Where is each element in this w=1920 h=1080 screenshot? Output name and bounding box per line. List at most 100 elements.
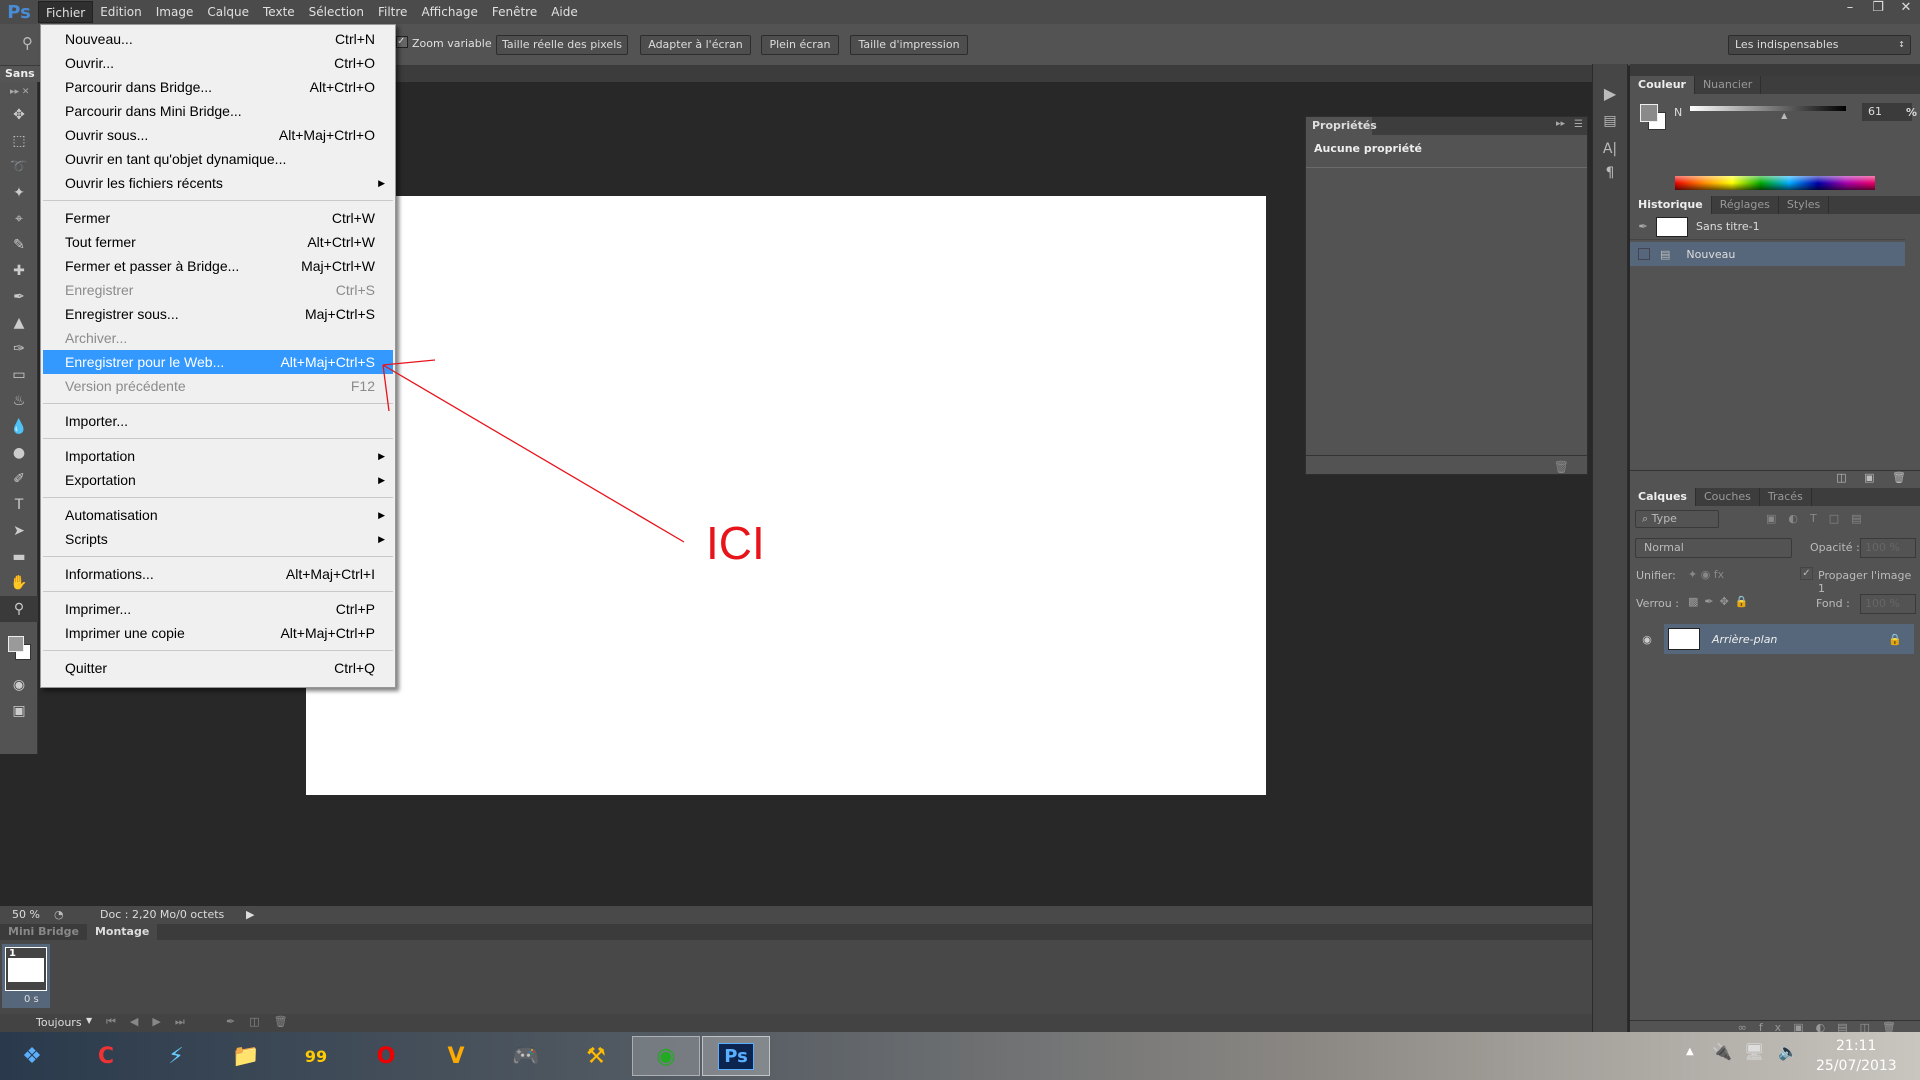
network-icon[interactable]: 🖥 [1744, 1042, 1764, 1061]
zoom-variable-checkbox[interactable]: ✓ [396, 36, 408, 48]
tab-properties[interactable]: Propriétés [1306, 117, 1377, 135]
animation-frame[interactable]: 1 0 s [2, 944, 50, 1008]
layer-row[interactable]: ◉ Arrière-plan 🔒 [1630, 624, 1914, 654]
panel-menu-icon[interactable]: ☰ [1574, 119, 1583, 130]
eraser-icon[interactable]: ▭ [0, 362, 38, 388]
menu-filtre[interactable]: Filtre [371, 1, 414, 23]
start-button-icon[interactable]: ❖ [4, 1036, 60, 1076]
history-checkbox[interactable] [1638, 248, 1650, 260]
playback-buttons[interactable]: ⏮◀▶⏭ [106, 1015, 199, 1029]
tab-couches[interactable]: Couches [1696, 488, 1760, 506]
file-menu-item[interactable]: Enregistrer Ctrl+S [43, 278, 393, 302]
foreground-color-swatch[interactable] [1640, 104, 1658, 122]
properties-icon[interactable]: ▤ [1593, 113, 1627, 129]
blur-tool-icon[interactable]: 💧 [0, 414, 38, 440]
file-menu-item[interactable]: Informations... Alt+Maj+Ctrl+I [43, 562, 393, 586]
loop-select[interactable]: Toujours [36, 1016, 82, 1029]
gamepad-icon[interactable]: 🎮 [498, 1036, 554, 1076]
marquee-tool-icon[interactable]: ⬚ [0, 128, 38, 154]
file-menu-item[interactable]: Imprimer une copie Alt+Maj+Ctrl+P [43, 621, 393, 645]
file-menu-item[interactable]: Imprimer... Ctrl+P [43, 597, 393, 621]
tab-nuancier[interactable]: Nuancier [1695, 76, 1762, 94]
lightning-app-icon[interactable]: ⚡ [148, 1036, 204, 1076]
path-select-icon[interactable]: ➤ [0, 518, 38, 544]
file-menu-item[interactable]: Parcourir dans Bridge... Alt+Ctrl+O [43, 75, 393, 99]
file-menu-item[interactable]: Fermer Ctrl+W [43, 206, 393, 230]
file-menu-item[interactable]: Automatisation ▶ [43, 503, 393, 527]
file-menu-item[interactable]: Tout fermer Alt+Ctrl+W [43, 230, 393, 254]
opera-icon[interactable]: O [358, 1036, 414, 1076]
healing-brush-icon[interactable]: ✚ [0, 258, 38, 284]
file-menu-item[interactable]: Enregistrer sous... Maj+Ctrl+S [43, 302, 393, 326]
history-snapshot[interactable]: ✒ Sans titre-1 [1630, 214, 1905, 240]
unify-icons[interactable]: ✦ ◉ fx [1688, 568, 1724, 581]
visibility-eye-icon[interactable]: ◉ [1630, 633, 1664, 646]
clock-date[interactable]: 25/07/2013 [1816, 1058, 1897, 1074]
zoom-tool-icon[interactable]: ⚲ [0, 596, 38, 622]
type-tool-icon[interactable]: T [0, 492, 38, 518]
hand-tool-icon[interactable]: ✋ [0, 570, 38, 596]
tab-couleur[interactable]: Couleur [1630, 76, 1695, 94]
file-menu-item[interactable]: Ouvrir en tant qu'objet dynamique... [43, 147, 393, 171]
menu-affichage[interactable]: Affichage [414, 1, 484, 23]
volume-icon[interactable]: 🔈 [1778, 1042, 1798, 1061]
file-menu-item[interactable]: Ouvrir sous... Alt+Maj+Ctrl+O [43, 123, 393, 147]
full-screen-button[interactable]: Plein écran [761, 35, 839, 55]
fit-screen-button[interactable]: Adapter à l'écran [640, 35, 751, 55]
menu-edition[interactable]: Edition [93, 1, 149, 23]
tab-styles[interactable]: Styles [1779, 196, 1830, 214]
gray-slider[interactable]: ▲ [1690, 106, 1846, 120]
file-menu-item[interactable]: Importation ▶ [43, 444, 393, 468]
tab-montage[interactable]: Montage [86, 924, 158, 940]
status-info-icon[interactable]: ◔ [54, 908, 64, 921]
screen-mode-icon[interactable]: ▣ [0, 698, 38, 724]
dodge-tool-icon[interactable]: ● [0, 440, 38, 466]
tab-mini-bridge[interactable]: Mini Bridge [0, 924, 87, 940]
chrome-icon[interactable]: ◉ [632, 1036, 700, 1076]
document-canvas[interactable] [306, 196, 1266, 795]
file-menu-item[interactable]: Ouvrir les fichiers récents ▶ [43, 171, 393, 195]
clock-time[interactable]: 21:11 [1836, 1038, 1876, 1054]
restore-icon[interactable]: ❐ [1864, 0, 1892, 20]
stamp-tool-icon[interactable]: ▲ [0, 310, 38, 336]
gray-value-input[interactable]: 61 [1862, 103, 1912, 121]
lasso-tool-icon[interactable]: ➰ [0, 154, 38, 180]
file-menu-item[interactable]: Exportation ▶ [43, 468, 393, 492]
explorer-icon[interactable]: 📁 [218, 1036, 274, 1076]
collapse-panel-icon[interactable]: ▸▸ [1556, 119, 1565, 129]
menu-fenetre[interactable]: Fenêtre [485, 1, 544, 23]
lock-icons[interactable]: ▩✒✥🔒 [1688, 595, 1755, 608]
print-size-button[interactable]: Taille d'impression [850, 35, 968, 55]
slider-thumb[interactable]: ▲ [1781, 111, 1787, 120]
pen-tool-icon[interactable]: ✐ [0, 466, 38, 492]
eyedropper-icon[interactable]: ✎ [0, 232, 38, 258]
character-icon[interactable]: A| [1593, 141, 1627, 157]
menu-texte[interactable]: Texte [256, 1, 302, 23]
file-menu-item[interactable]: Importer... [43, 409, 393, 433]
file-menu-item[interactable]: Nouveau... Ctrl+N [43, 27, 393, 51]
fill-input[interactable]: 100 % [1860, 594, 1916, 614]
photoshop-taskbar-icon[interactable]: Ps [702, 1036, 770, 1076]
file-menu-item[interactable]: Fermer et passer à Bridge... Maj+Ctrl+W [43, 254, 393, 278]
bucket-icon[interactable]: ♨ [0, 388, 38, 414]
app-99-icon[interactable]: 99 [288, 1036, 344, 1076]
close-icon[interactable]: ✕ [1892, 0, 1920, 20]
file-menu-item[interactable]: Quitter Ctrl+Q [43, 656, 393, 680]
file-menu-item[interactable]: Archiver... [43, 326, 393, 350]
snapshot-camera-icon[interactable]: ▣ [1864, 471, 1874, 484]
doc-tab[interactable]: Sans [0, 66, 40, 82]
minimize-icon[interactable]: – [1836, 0, 1864, 20]
tab-reglages[interactable]: Réglages [1712, 196, 1779, 214]
blend-mode-select[interactable]: Normal [1635, 538, 1792, 558]
zoom-tool-icon[interactable]: ⚲ [22, 34, 33, 52]
tools-app-icon[interactable]: ⚒ [568, 1036, 624, 1076]
frame-tools-icons[interactable]: ✒◫🗑 [226, 1015, 302, 1028]
tray-expand-icon[interactable]: ▲ [1686, 1046, 1694, 1057]
chevron-down-icon[interactable]: ▼ [86, 1016, 92, 1025]
file-menu-item[interactable]: Parcourir dans Mini Bridge... [43, 99, 393, 123]
actual-pixels-button[interactable]: Taille réelle des pixels [496, 35, 628, 55]
menu-fichier[interactable]: Fichier [38, 1, 94, 23]
trash-icon[interactable]: 🗑 [1554, 460, 1569, 474]
tab-traces[interactable]: Tracés [1760, 488, 1812, 506]
tab-historique[interactable]: Historique [1630, 196, 1712, 214]
